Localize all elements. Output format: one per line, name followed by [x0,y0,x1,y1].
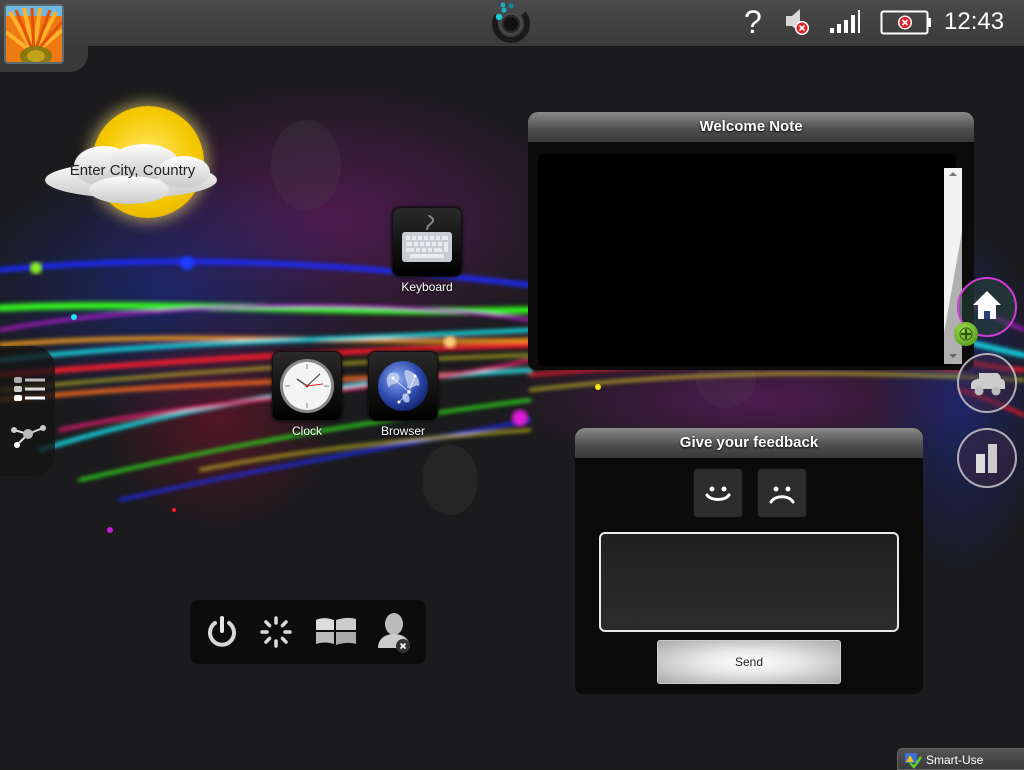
app-label: Clock [291,424,322,438]
app-clock[interactable]: Clock [271,351,343,438]
list-button[interactable] [14,376,46,407]
keyboard-icon [402,214,452,262]
scroll-down-arrow-icon[interactable] [949,354,957,358]
user-avatar[interactable] [4,4,64,64]
add-widget-button[interactable] [954,322,978,346]
app-browser[interactable]: Browser [367,351,439,438]
feedback-panel: Give your feedback Send [575,428,923,694]
scroll-up-arrow-icon[interactable] [949,172,957,176]
smart-use-app-icon [905,753,922,769]
battery-error-icon [880,10,931,35]
send-button[interactable]: Send [657,640,841,684]
power-icon [208,616,236,647]
app-label: Browser [380,424,425,438]
loading-spinner-icon [260,616,292,648]
feedback-textarea[interactable] [599,532,899,632]
welcome-note-panel: Welcome Note [528,112,974,370]
welcome-note-title: Welcome Note [528,112,974,142]
app-keyboard[interactable]: Keyboard [391,207,463,294]
chart-button[interactable] [957,428,1017,488]
help-button[interactable]: ? [744,4,762,41]
network-icon [11,425,46,448]
speaker-muted-icon [786,9,809,35]
globe-icon [378,361,428,411]
signal-strength-icon [830,10,860,33]
car-icon [971,373,1005,396]
smile-icon [705,486,731,501]
windows-logo-icon [316,617,356,645]
user-remove-icon [378,613,410,653]
bar-chart-icon [976,444,997,473]
add-icon [959,327,973,341]
taskbar-app-smart-use[interactable]: Smart-Use [897,748,1024,770]
windows-button[interactable] [314,614,358,655]
logout-user-button[interactable] [376,610,416,659]
app-logo[interactable] [488,0,534,46]
flower-photo-icon [6,6,62,62]
system-clock[interactable]: 12:43 [944,8,1004,36]
happy-button[interactable] [693,468,743,518]
city-input[interactable]: Enter City, Country [40,162,225,179]
car-button[interactable] [957,353,1017,413]
network-button[interactable] [10,424,48,455]
feedback-title: Give your feedback [575,428,923,458]
clock-icon [280,359,334,413]
list-icon [14,377,45,401]
volume-button[interactable] [784,6,814,43]
loading-ring-logo-icon [492,2,530,43]
bottom-dock [190,600,426,664]
left-dock [0,346,55,476]
taskbar-label: Smart-Use [926,753,984,767]
app-label: Keyboard [401,280,453,294]
welcome-note-textarea[interactable] [538,154,956,366]
help-icon: ? [744,4,762,40]
power-button[interactable] [204,614,240,655]
battery-indicator[interactable] [880,10,934,41]
settings-spinner-button[interactable] [258,614,294,655]
signal-indicator[interactable] [830,10,860,39]
sad-button[interactable] [757,468,807,518]
frown-icon [769,486,795,504]
weather-widget[interactable]: Enter City, Country [40,100,225,230]
